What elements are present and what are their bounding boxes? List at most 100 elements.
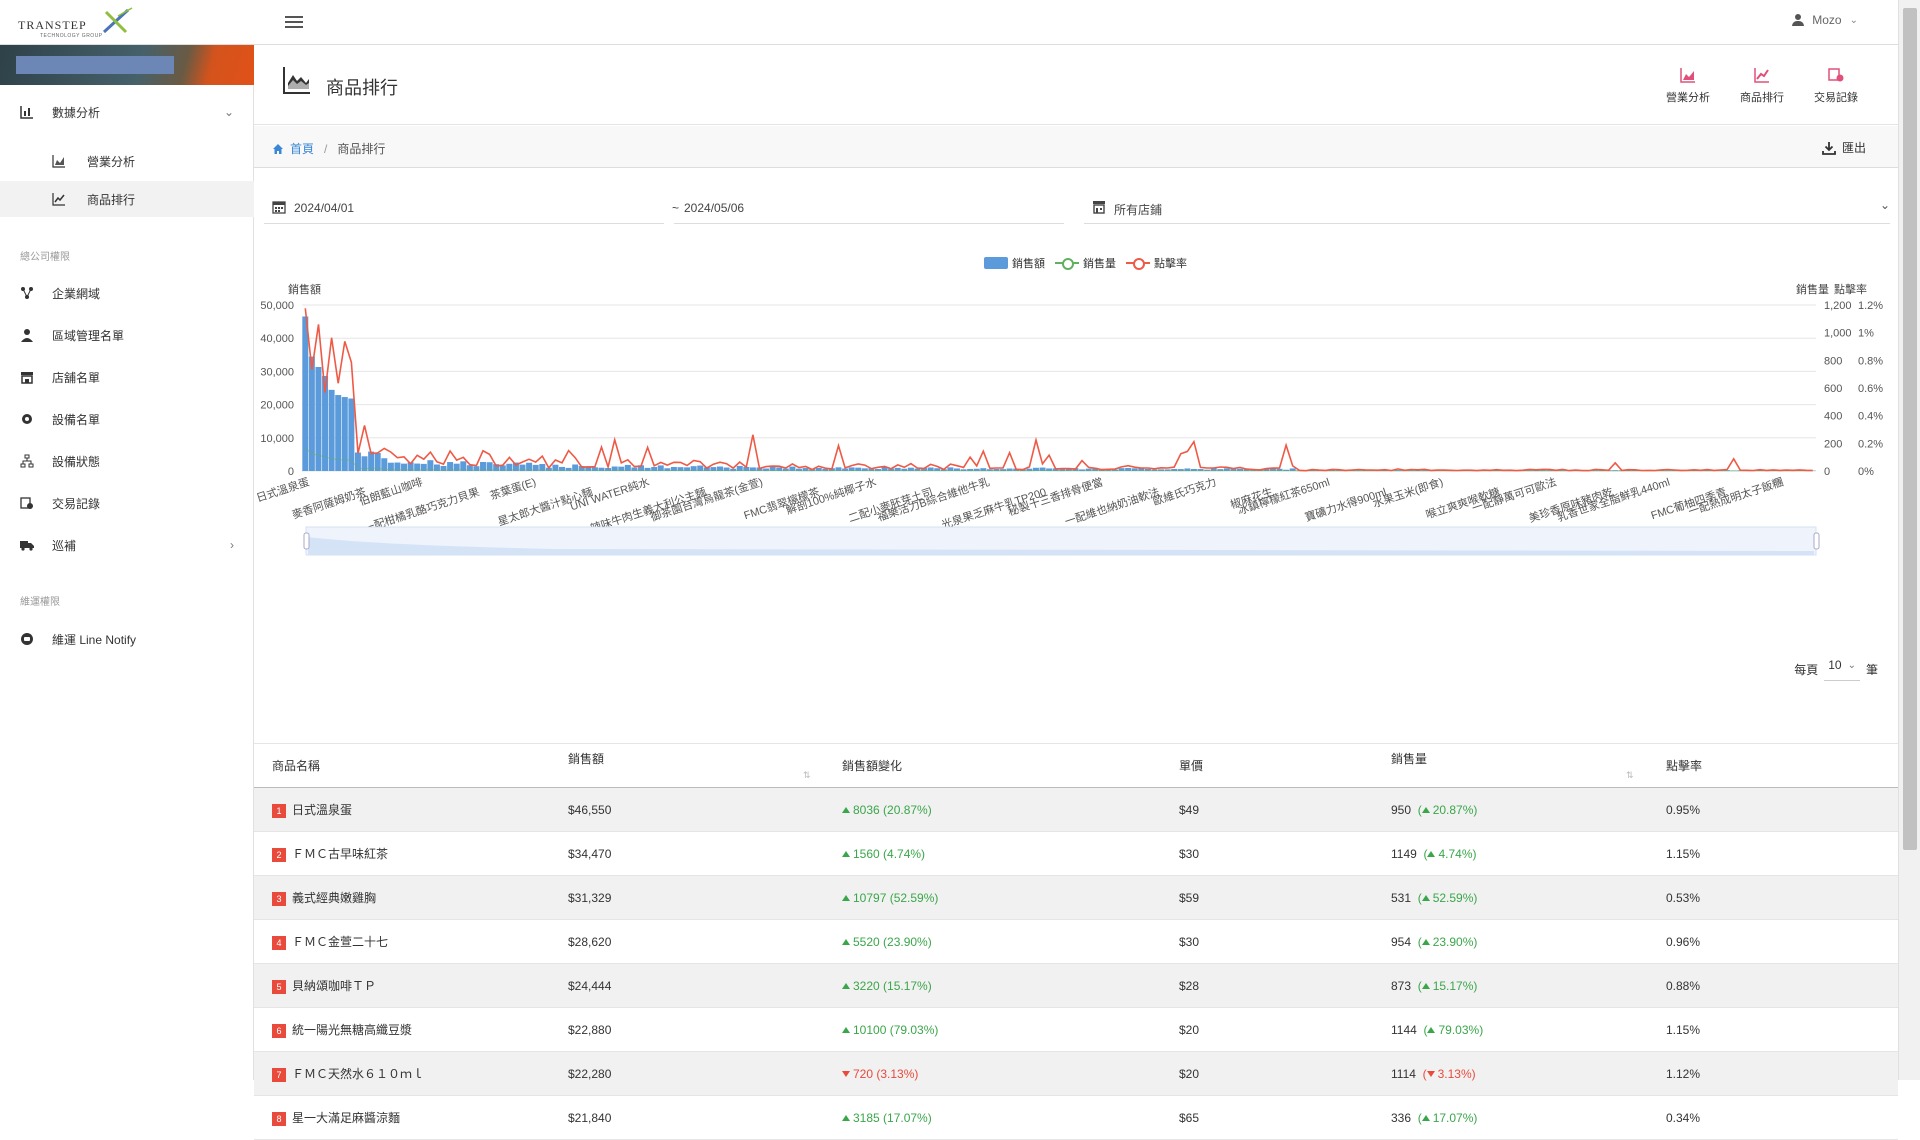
sidebar-item-label: 營業分析 [87,153,135,170]
quantity-value: 950 [1391,803,1411,817]
y-left-tick-label: 10,000 [260,433,294,445]
column-header-product[interactable]: 商品名稱 [254,744,550,788]
trend-up-icon [842,851,850,857]
table-row[interactable]: 7ＦＭＣ天然水６１０ｍｌ$22,280720 (3.13%)$201114 (3… [254,1052,1898,1096]
menu-toggle-icon[interactable] [285,13,303,31]
user-tie-icon [20,328,34,342]
table-row[interactable]: 5貝納頌咖啡ＴＰ$24,4443220 (15.17%)$28873 (15.1… [254,964,1898,1008]
zoom-handle-left [304,533,309,549]
cell-price: $20 [1161,1052,1373,1096]
breadcrumb-bar: 首頁 / 商品排行 匯出 [254,126,1898,168]
quick-link-label: 交易記錄 [1814,92,1858,104]
sales-change-value: 10797 (52.59%) [853,891,938,905]
sort-icon: ⇅ [803,770,811,780]
quantity-value: 336 [1391,1111,1411,1125]
sidebar-item-enterprise-domain[interactable]: 企業網域 [0,277,254,309]
store-icon [20,370,34,384]
receipt-icon [20,496,34,510]
column-header-sales-change[interactable]: 銷售額變化 [824,744,1161,788]
column-header-price[interactable]: 單價 [1161,744,1373,788]
user-menu[interactable]: Mozo ⌄ [1792,13,1858,27]
area-chart-icon [52,154,66,168]
cell-sales-change: 10100 (79.03%) [824,1008,1161,1052]
area-chart-icon [282,65,312,95]
y-right-qty-tick-label: 1,200 [1824,300,1852,312]
sales-ranking-chart: 銷售額銷售量點擊率50,00040,00030,00020,00010,0000… [254,275,1898,675]
quick-link-transactions[interactable]: 交易記錄 [1806,67,1866,105]
sidebar-item-replenish[interactable]: 巡補 › [0,529,254,561]
date-to-field[interactable]: 2024/05/06 [674,186,1064,224]
quick-link-sales-analysis[interactable]: 營業分析 [1658,67,1718,105]
page-size-prefix: 每頁 [1794,661,1818,678]
cell-product: 6統一陽光無糖高纖豆漿 [254,1008,550,1052]
cell-click-rate: 1.15% [1648,1008,1898,1052]
page-size-select[interactable]: 10 ⌄ [1824,658,1860,681]
quick-link-product-ranking[interactable]: 商品排行 [1732,67,1792,105]
legend-item-click-rate[interactable]: 點擊率 [1126,255,1187,271]
cell-sales: $28,620 [550,920,824,964]
sidebar-item-sales-analysis[interactable]: 營業分析 [0,143,254,179]
date-from-field[interactable]: 2024/04/01 [264,186,664,224]
trend-up-icon [1422,1115,1430,1121]
sidebar-item-device-status[interactable]: 設備狀態 [0,445,254,477]
page-size-control: 每頁 10 ⌄ 筆 [1794,658,1878,681]
column-header-quantity[interactable]: 銷售量⇅ [1373,744,1648,788]
legend-label: 點擊率 [1154,255,1187,271]
sidebar-item-store-list[interactable]: 店舖名單 [0,361,254,393]
cell-sales: $31,329 [550,876,824,920]
network-icon [20,286,34,300]
table-row[interactable]: 2ＦＭＣ古早味紅茶$34,4701560 (4.74%)$301149 (4.7… [254,832,1898,876]
cell-quantity: 336 (17.07%) [1373,1096,1648,1140]
sidebar-item-label: 店舖名單 [52,369,100,386]
table-row[interactable]: 1日式溫泉蛋$46,5508036 (20.87%)$49950 (20.87%… [254,788,1898,832]
store-select[interactable]: 所有店鋪 ⌄ [1084,186,1890,224]
product-name: 星一大滿足麻醬涼麵 [292,1111,400,1125]
sidebar-item-transactions[interactable]: 交易記錄 [0,487,254,519]
sidebar-item-product-ranking[interactable]: 商品排行 [0,181,254,217]
quantity-value: 1114 [1391,1067,1416,1081]
chart-legend: 銷售額 銷售量 點擊率 [984,255,1187,271]
column-header-click-rate[interactable]: 點擊率 [1648,744,1898,788]
export-button[interactable]: 匯出 [1822,139,1866,156]
company-logo[interactable]: TRANSTEP TECHNOLOGY GROUP [18,6,136,40]
trend-up-icon [842,939,850,945]
scrollbar-thumb[interactable] [1903,8,1917,850]
sidebar-section-heading: 總公司權限 [20,248,70,263]
legend-item-sales[interactable]: 銷售額 [984,255,1045,271]
trend-up-icon [842,1115,850,1121]
table-row[interactable]: 4ＦＭＣ金萱二十七$28,6205520 (23.90%)$30954 (23.… [254,920,1898,964]
table-row[interactable]: 6統一陽光無糖高纖豆漿$22,88010100 (79.03%)$201144 … [254,1008,1898,1052]
sidebar-item-region-managers[interactable]: 區域管理名單 [0,319,254,351]
product-name: 貝納頌咖啡ＴＰ [292,979,376,993]
sidebar-section-heading: 維運權限 [20,593,60,608]
sidebar-item-device-list[interactable]: 設備名單 [0,403,254,435]
x-tick-label: 日式溫泉蛋 [254,475,311,505]
table-row[interactable]: 3義式經典嫩雞胸$31,32910797 (52.59%)$59531 (52.… [254,876,1898,920]
column-header-sales[interactable]: 銷售額⇅ [550,744,824,788]
logo-text: TRANSTEP [18,18,87,33]
sidebar-group-data-analysis[interactable]: 數據分析 ⌄ [0,90,254,134]
y-right-qty-tick-label: 200 [1824,438,1842,450]
sidebar-item-line-notify[interactable]: 維運 Line Notify [0,623,254,655]
table-row[interactable]: 8星一大滿足麻醬涼麵$21,8403185 (17.07%)$65336 (17… [254,1096,1898,1140]
breadcrumb-home[interactable]: 首頁 [272,140,314,157]
sidebar-item-label: 維運 Line Notify [52,631,136,648]
column-header-label: 商品名稱 [272,759,320,773]
trend-up-icon [842,983,850,989]
sidebar-item-label: 巡補 [52,537,76,554]
cell-sales-change: 8036 (20.87%) [824,788,1161,832]
store-icon [1092,200,1106,214]
cell-sales-change: 1560 (4.74%) [824,832,1161,876]
trend-up-icon [1422,983,1430,989]
cell-click-rate: 0.88% [1648,964,1898,1008]
cell-price: $20 [1161,1008,1373,1052]
click-rate-line [305,308,1812,470]
date-from-value: 2024/04/01 [294,201,354,215]
sales-change-value: 1560 (4.74%) [853,847,925,861]
y-right-rate-tick-label: 0% [1858,466,1874,478]
legend-item-quantity[interactable]: 銷售量 [1055,255,1116,271]
quick-link-label: 營業分析 [1666,92,1710,104]
quantity-value: 531 [1391,891,1411,905]
line-chart-icon [52,192,66,206]
page-scrollbar[interactable] [1898,0,1920,1080]
